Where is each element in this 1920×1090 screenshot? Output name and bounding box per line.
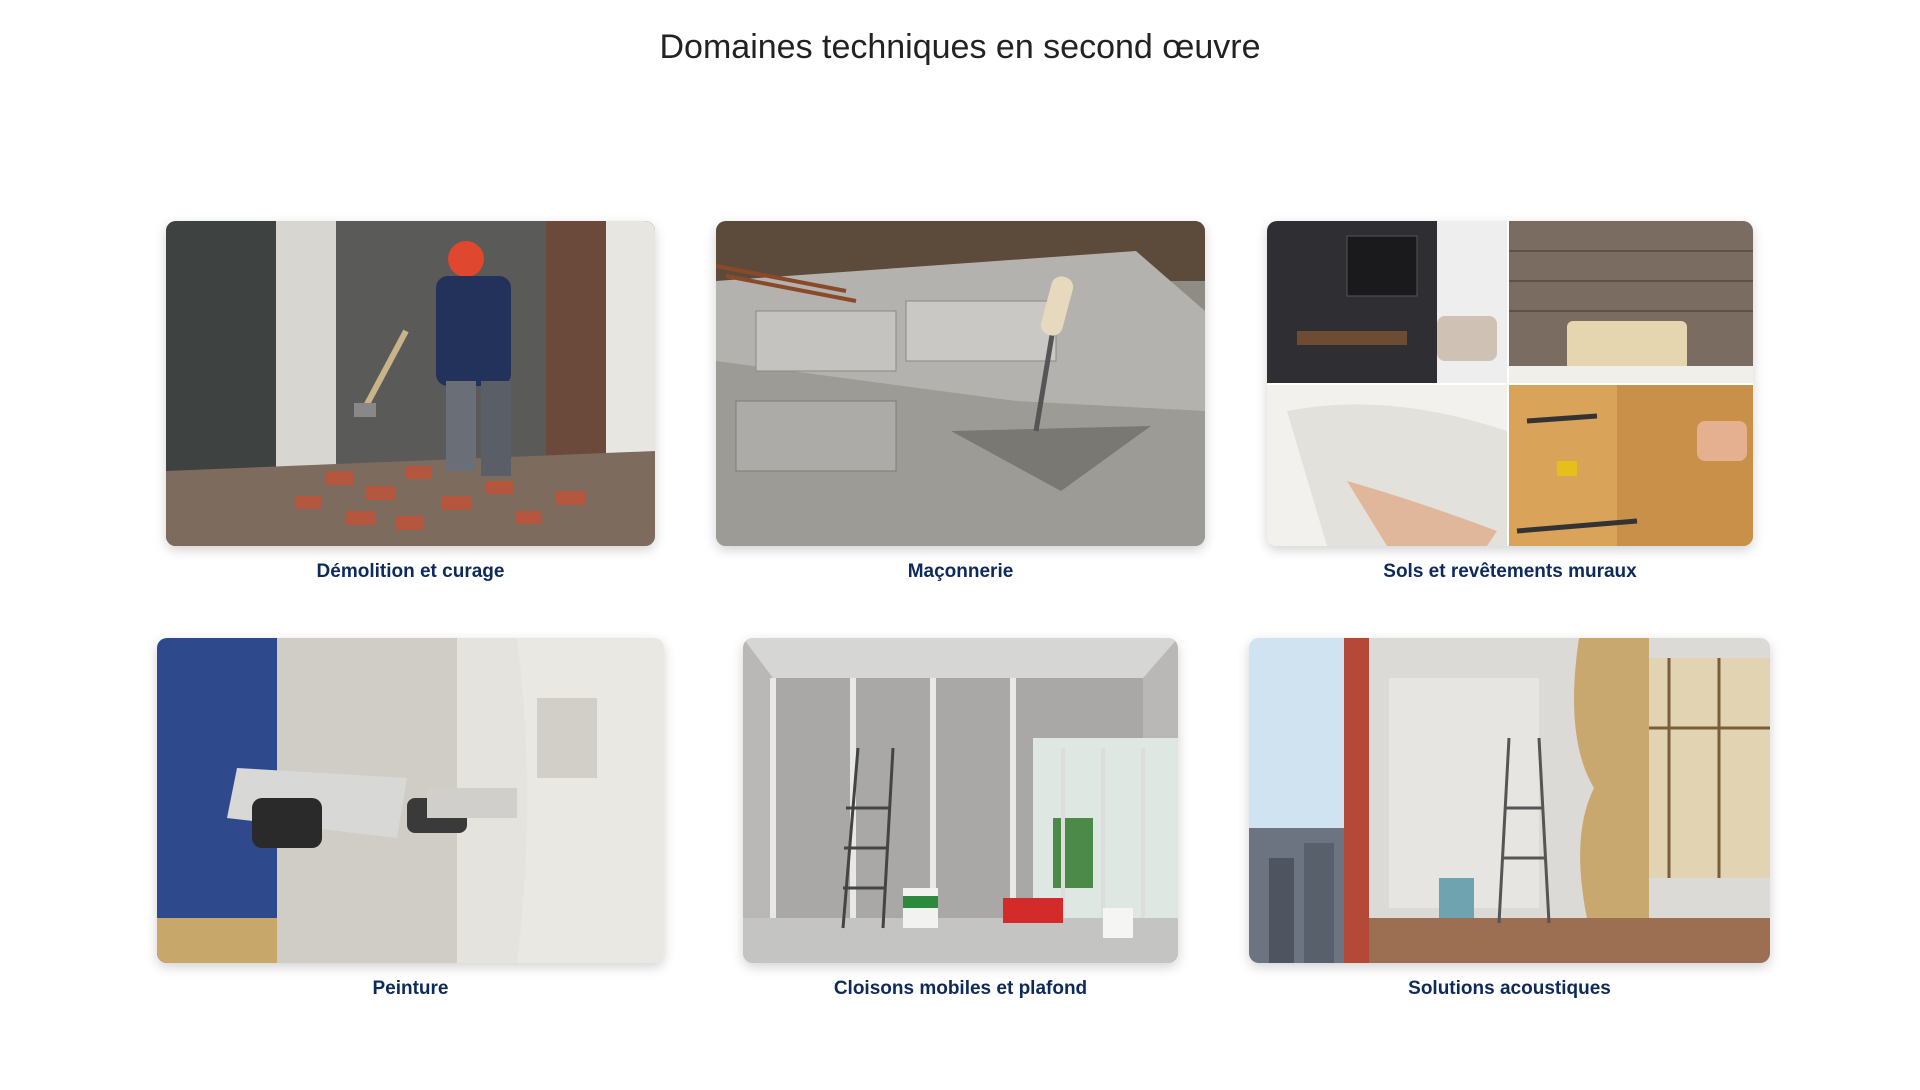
card-caption[interactable]: Peinture [157, 978, 664, 1000]
partitions-ceiling-photo[interactable] [743, 638, 1178, 963]
floor-wall-coverings-photo[interactable] [1267, 221, 1753, 546]
masonry-photo[interactable] [716, 221, 1205, 546]
card-caption[interactable]: Démolition et curage [166, 561, 655, 583]
painting-photo[interactable] [157, 638, 664, 963]
card-caption[interactable]: Solutions acoustiques [1249, 978, 1770, 1000]
card-caption[interactable]: Sols et revêtements muraux [1267, 561, 1753, 583]
card-caption[interactable]: Cloisons mobiles et plafond [743, 978, 1178, 1000]
card-caption[interactable]: Maçonnerie [716, 561, 1205, 583]
demolition-photo[interactable] [166, 221, 655, 546]
page-title: Domaines techniques en second œuvre [659, 28, 1261, 66]
acoustic-solutions-photo[interactable] [1249, 638, 1770, 963]
